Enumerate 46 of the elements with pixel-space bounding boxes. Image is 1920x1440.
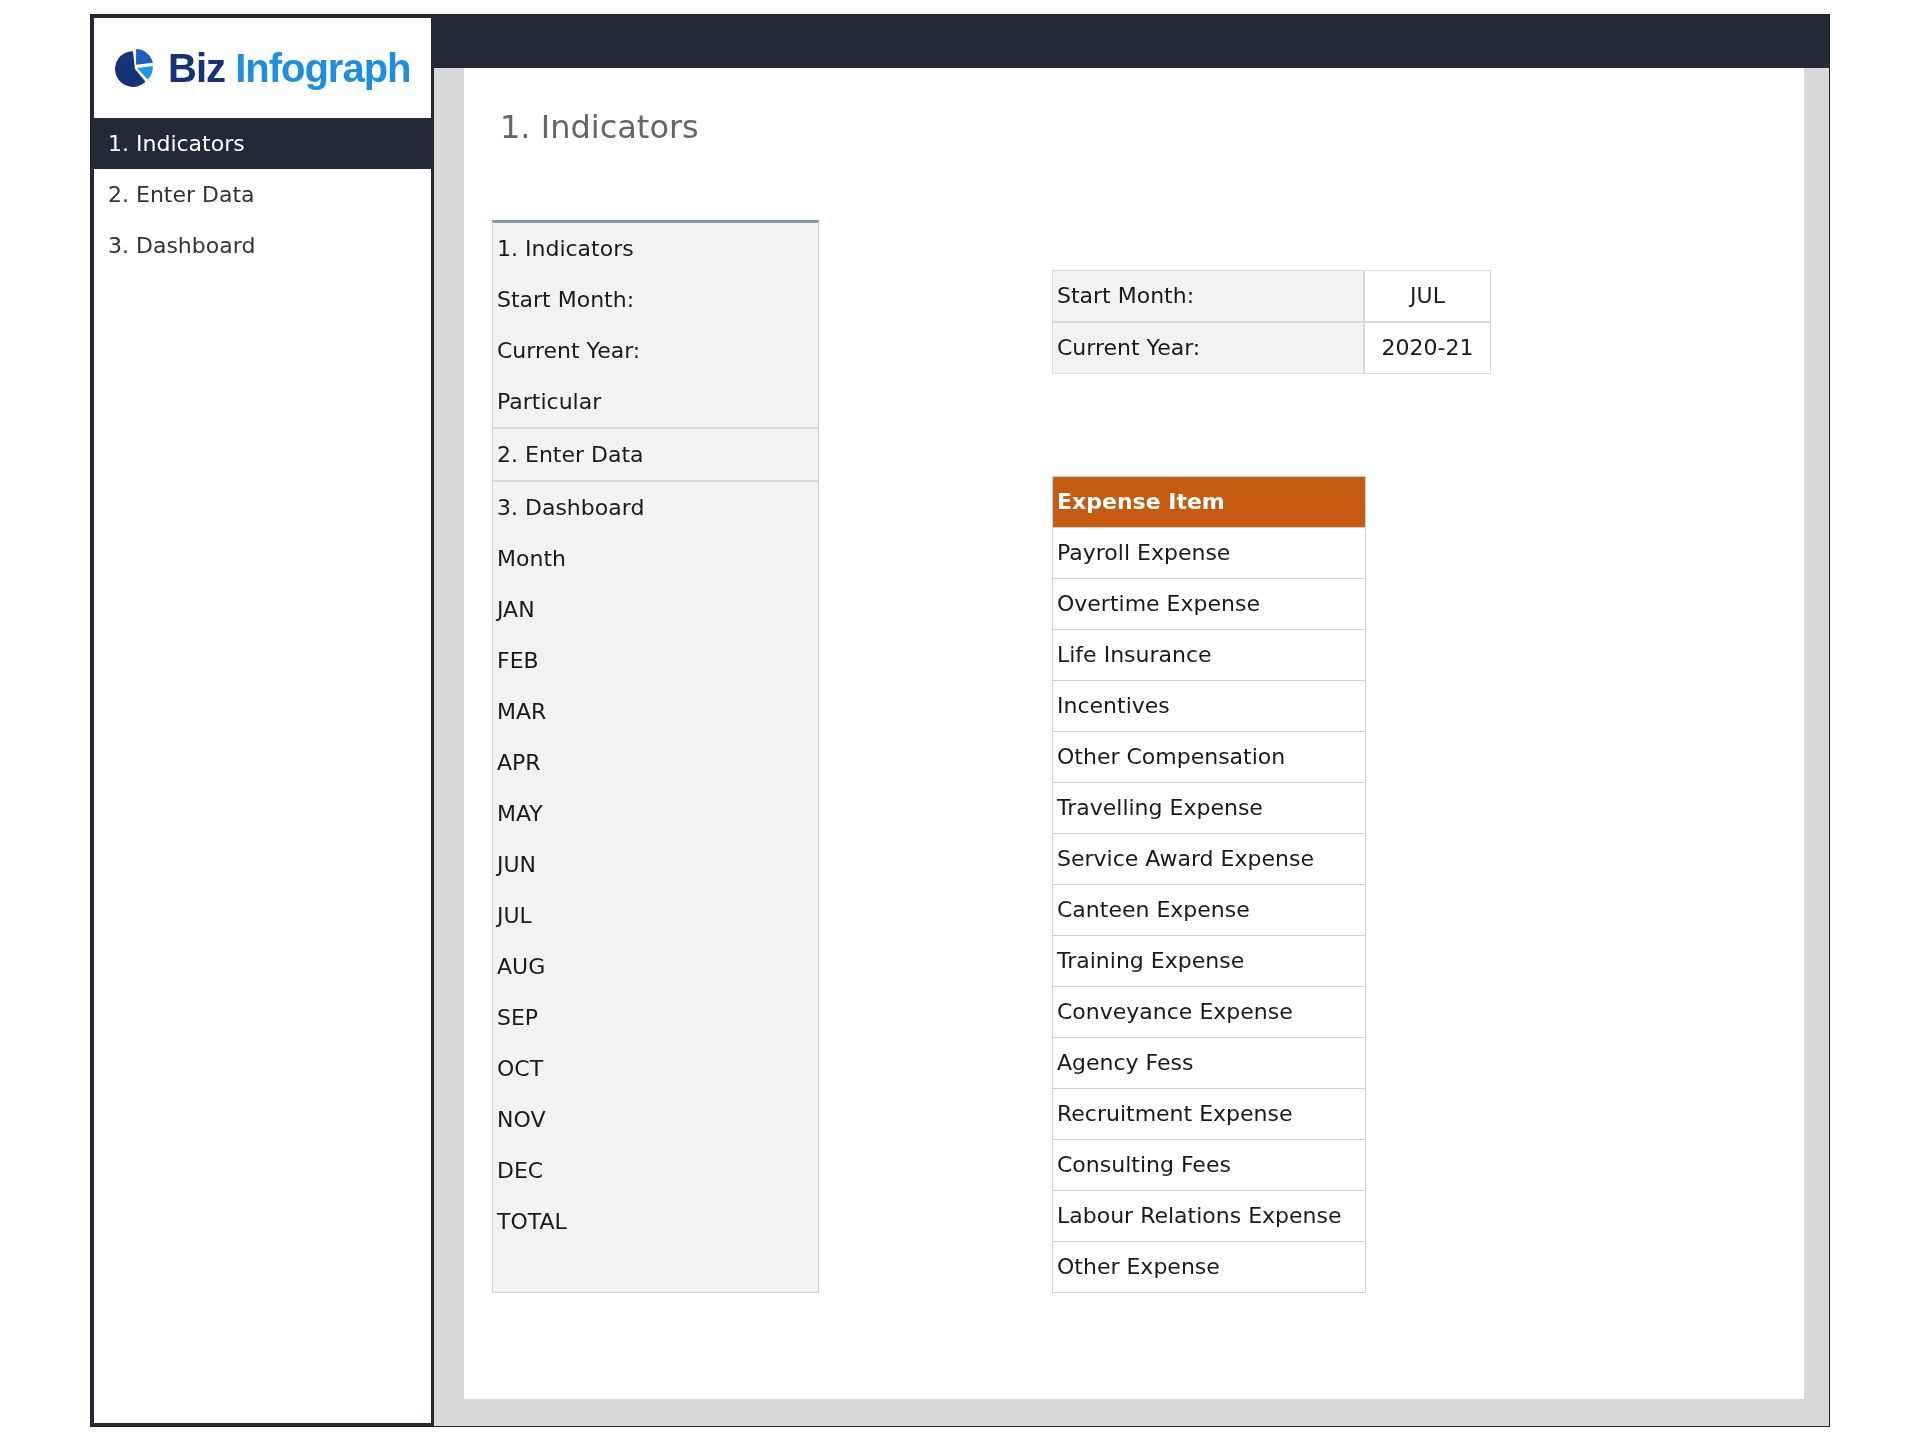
table-cell: Service Award Expense bbox=[1053, 833, 1365, 884]
list-item: Start Month: bbox=[496, 286, 636, 314]
sidebar-item[interactable]: 3. Dashboard bbox=[94, 220, 431, 271]
table-cell: Travelling Expense bbox=[1053, 782, 1365, 833]
sidebar-item[interactable]: 2. Enter Data bbox=[94, 169, 431, 220]
table-cell: Conveyance Expense bbox=[1053, 986, 1365, 1037]
table-cell: Consulting Fees bbox=[1053, 1139, 1365, 1190]
list-item: MAR bbox=[496, 698, 548, 726]
list-item: DEC bbox=[496, 1157, 545, 1185]
table-cell: Recruitment Expense bbox=[1053, 1088, 1365, 1139]
table-cell: Training Expense bbox=[1053, 935, 1365, 986]
table-cell-text: 2020-21 bbox=[1380, 334, 1475, 362]
sidebar-item[interactable]: 1. Indicators bbox=[94, 118, 431, 169]
list-item: JUN bbox=[495, 851, 538, 879]
list-item: 1. Indicators bbox=[496, 235, 635, 263]
table-cell: Overtime Expense bbox=[1053, 578, 1365, 629]
list-item: 2. Enter Data bbox=[496, 441, 645, 469]
table-cell: Labour Relations Expense bbox=[1053, 1190, 1365, 1241]
logo-text: Biz Infograph bbox=[168, 45, 411, 91]
table-cell: Start Month: bbox=[1053, 271, 1365, 321]
list-item: MAY bbox=[496, 800, 544, 828]
table-header: Expense Item bbox=[1053, 477, 1365, 527]
list-item: JAN bbox=[495, 596, 536, 624]
table-cell: Other Expense bbox=[1053, 1241, 1365, 1292]
list-item: TOTAL bbox=[496, 1208, 568, 1236]
list-item: Current Year: bbox=[496, 337, 642, 365]
list-item: 3. Dashboard bbox=[496, 494, 646, 522]
table-cell: Payroll Expense bbox=[1053, 527, 1365, 578]
table-cell: Life Insurance bbox=[1053, 629, 1365, 680]
table-cell-text: JUL bbox=[1408, 282, 1446, 310]
table-cell: Agency Fess bbox=[1053, 1037, 1365, 1088]
list-item: Month bbox=[496, 545, 567, 573]
table-cell: Current Year: bbox=[1053, 323, 1365, 373]
list-item: APR bbox=[496, 749, 542, 777]
list-item: Particular bbox=[496, 388, 603, 416]
list-item: OCT bbox=[496, 1055, 545, 1083]
pie-chart-icon bbox=[114, 47, 156, 89]
table-cell: Incentives bbox=[1053, 680, 1365, 731]
list-item: AUG bbox=[496, 953, 547, 981]
table-cell: Other Compensation bbox=[1053, 731, 1365, 782]
page-title: 1. Indicators bbox=[499, 108, 700, 148]
table-cell: Canteen Expense bbox=[1053, 884, 1365, 935]
list-item: FEB bbox=[496, 647, 540, 675]
list-item: NOV bbox=[496, 1106, 547, 1134]
list-item: JUL bbox=[495, 902, 533, 930]
list-item: SEP bbox=[496, 1004, 540, 1032]
